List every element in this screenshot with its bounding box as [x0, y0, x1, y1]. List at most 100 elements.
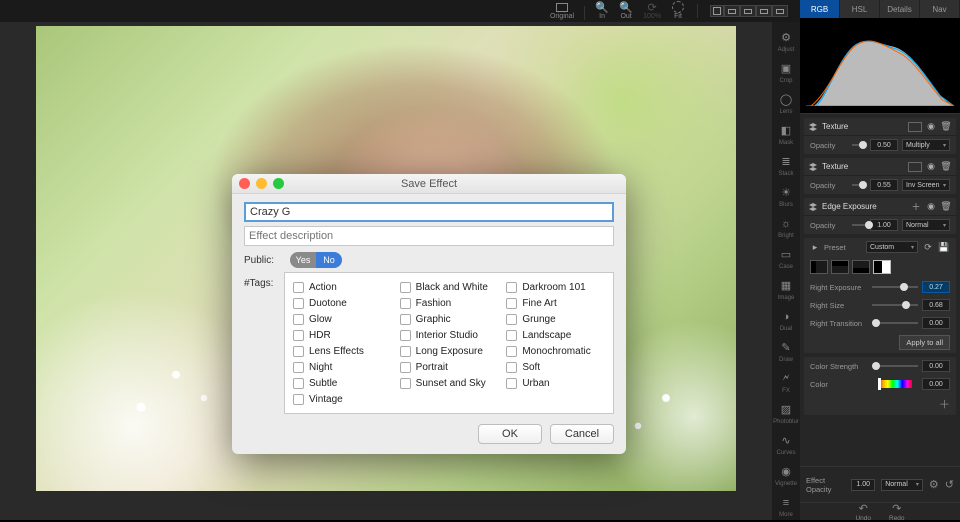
tag-checkbox[interactable]: Monochromatic: [506, 343, 605, 359]
tab-rgb[interactable]: RGB: [800, 0, 840, 18]
tag-checkbox[interactable]: Fashion: [400, 295, 499, 311]
right-transition-slider[interactable]: [872, 319, 918, 327]
vignette-tool[interactable]: ◉Vignette: [774, 462, 798, 489]
hue-slider[interactable]: [878, 380, 912, 388]
highlight-tool[interactable]: ☼Bright: [774, 214, 798, 241]
dual-tool[interactable]: ◑Dual: [774, 307, 798, 334]
cog-button[interactable]: ⚙: [929, 478, 939, 491]
tag-checkbox[interactable]: Fine Art: [506, 295, 605, 311]
cancel-button[interactable]: Cancel: [550, 424, 614, 444]
blend-select[interactable]: Inv Screen▾: [902, 179, 950, 191]
effect-description-input[interactable]: [244, 226, 614, 246]
zoom-in-button[interactable]: 🔍 In: [595, 2, 609, 20]
right-transition-value[interactable]: 0.00: [922, 317, 950, 329]
edge-left-thumb[interactable]: [810, 260, 828, 274]
apply-all-button[interactable]: Apply to all: [899, 335, 950, 350]
minimize-icon[interactable]: [256, 178, 267, 189]
right-size-value[interactable]: 0.68: [922, 299, 950, 311]
mask-tool[interactable]: ◧Mask: [774, 121, 798, 148]
preset-select[interactable]: Custom▾: [866, 241, 918, 253]
original-button[interactable]: Original: [550, 2, 574, 20]
tag-checkbox[interactable]: Vintage: [293, 391, 392, 407]
eye-icon[interactable]: ◉: [925, 161, 937, 173]
redo-button[interactable]: ↷Redo: [889, 502, 905, 522]
reset-button[interactable]: ↺: [945, 478, 954, 491]
tag-checkbox[interactable]: Action: [293, 279, 392, 295]
effect-blend-select[interactable]: Normal▾: [881, 479, 923, 491]
edge-right-thumb[interactable]: [873, 260, 891, 274]
tag-checkbox[interactable]: Glow: [293, 311, 392, 327]
tag-checkbox[interactable]: Interior Studio: [400, 327, 499, 343]
curves-tool[interactable]: ∿Curves: [774, 431, 798, 458]
chevron-right-icon[interactable]: ▸: [810, 241, 820, 253]
lens-tool[interactable]: ◯Lens: [774, 90, 798, 117]
tab-details[interactable]: Details: [880, 0, 920, 18]
effect-name-input[interactable]: [244, 202, 614, 222]
stack-tool[interactable]: ≣Stack: [774, 152, 798, 179]
zoom-reset-button[interactable]: ⟳ 100%: [643, 2, 661, 20]
add-layer-icon[interactable]: ＋: [939, 396, 950, 412]
draw-tool[interactable]: ✎Draw: [774, 338, 798, 365]
ok-button[interactable]: OK: [478, 424, 542, 444]
tag-checkbox[interactable]: Lens Effects: [293, 343, 392, 359]
tab-nav[interactable]: Nav: [920, 0, 960, 18]
preview-thumb-icon[interactable]: [908, 122, 922, 132]
tag-checkbox[interactable]: HDR: [293, 327, 392, 343]
more-tool[interactable]: ≡More: [774, 493, 798, 520]
right-exposure-slider[interactable]: [872, 283, 918, 291]
crop-tool[interactable]: ▣Crop: [774, 59, 798, 86]
tag-checkbox[interactable]: Subtle: [293, 375, 392, 391]
refresh-icon[interactable]: ⟳: [922, 241, 934, 253]
image-tool[interactable]: ▦Image: [774, 276, 798, 303]
tag-checkbox[interactable]: Black and White: [400, 279, 499, 295]
tag-checkbox[interactable]: Urban: [506, 375, 605, 391]
tag-checkbox[interactable]: Graphic: [400, 311, 499, 327]
fit-button[interactable]: Fit: [671, 2, 685, 20]
tag-checkbox[interactable]: Portrait: [400, 359, 499, 375]
public-toggle[interactable]: Yes No: [290, 252, 342, 268]
right-size-slider[interactable]: [872, 301, 918, 309]
eye-icon[interactable]: ◉: [925, 121, 937, 133]
trash-icon[interactable]: 🗑: [940, 121, 952, 133]
tag-checkbox[interactable]: Landscape: [506, 327, 605, 343]
opacity-slider[interactable]: [852, 141, 866, 149]
trash-icon[interactable]: 🗑: [940, 201, 952, 213]
view-mode-switcher[interactable]: [710, 5, 788, 17]
zoom-out-button[interactable]: 🔍 Out: [619, 2, 633, 20]
photogrid-tool[interactable]: ▨Photoblur: [774, 400, 798, 427]
dialog-titlebar[interactable]: Save Effect: [232, 174, 626, 194]
undo-button[interactable]: ↶Undo: [855, 502, 871, 522]
tab-hsl[interactable]: HSL: [840, 0, 880, 18]
right-exposure-value[interactable]: 0.27: [922, 281, 950, 293]
edge-top-thumb[interactable]: [831, 260, 849, 274]
opacity-slider[interactable]: [852, 221, 866, 229]
tag-checkbox[interactable]: Darkroom 101: [506, 279, 605, 295]
zoom-window-icon[interactable]: [273, 178, 284, 189]
tag-checkbox[interactable]: Long Exposure: [400, 343, 499, 359]
tag-checkbox[interactable]: Sunset and Sky: [400, 375, 499, 391]
blend-select[interactable]: Multiply▾: [902, 139, 950, 151]
color-strength-slider[interactable]: [872, 362, 918, 370]
tag-checkbox[interactable]: Duotone: [293, 295, 392, 311]
tag-checkbox[interactable]: Grunge: [506, 311, 605, 327]
opacity-value[interactable]: 1.00: [870, 219, 898, 231]
opacity-slider[interactable]: [852, 181, 866, 189]
tag-checkbox[interactable]: Soft: [506, 359, 605, 375]
add-icon[interactable]: ＋: [910, 201, 922, 213]
color-value[interactable]: 0.00: [922, 378, 950, 390]
trash-icon[interactable]: 🗑: [940, 161, 952, 173]
preview-thumb-icon[interactable]: [908, 162, 922, 172]
opacity-value[interactable]: 0.50: [870, 139, 898, 151]
edge-bottom-thumb[interactable]: [852, 260, 870, 274]
save-preset-icon[interactable]: 💾: [938, 241, 950, 253]
eye-icon[interactable]: ◉: [925, 201, 937, 213]
tag-checkbox[interactable]: Night: [293, 359, 392, 375]
close-icon[interactable]: [239, 178, 250, 189]
opacity-value[interactable]: 0.55: [870, 179, 898, 191]
blurs-tool[interactable]: ☀Blurs: [774, 183, 798, 210]
color-strength-value[interactable]: 0.00: [922, 360, 950, 372]
blend-select[interactable]: Normal▾: [902, 219, 950, 231]
adjust-tool[interactable]: ⚙Adjust: [774, 28, 798, 55]
layer-tool[interactable]: ▭Case: [774, 245, 798, 272]
fx-tool[interactable]: 🗲FX: [774, 369, 798, 396]
